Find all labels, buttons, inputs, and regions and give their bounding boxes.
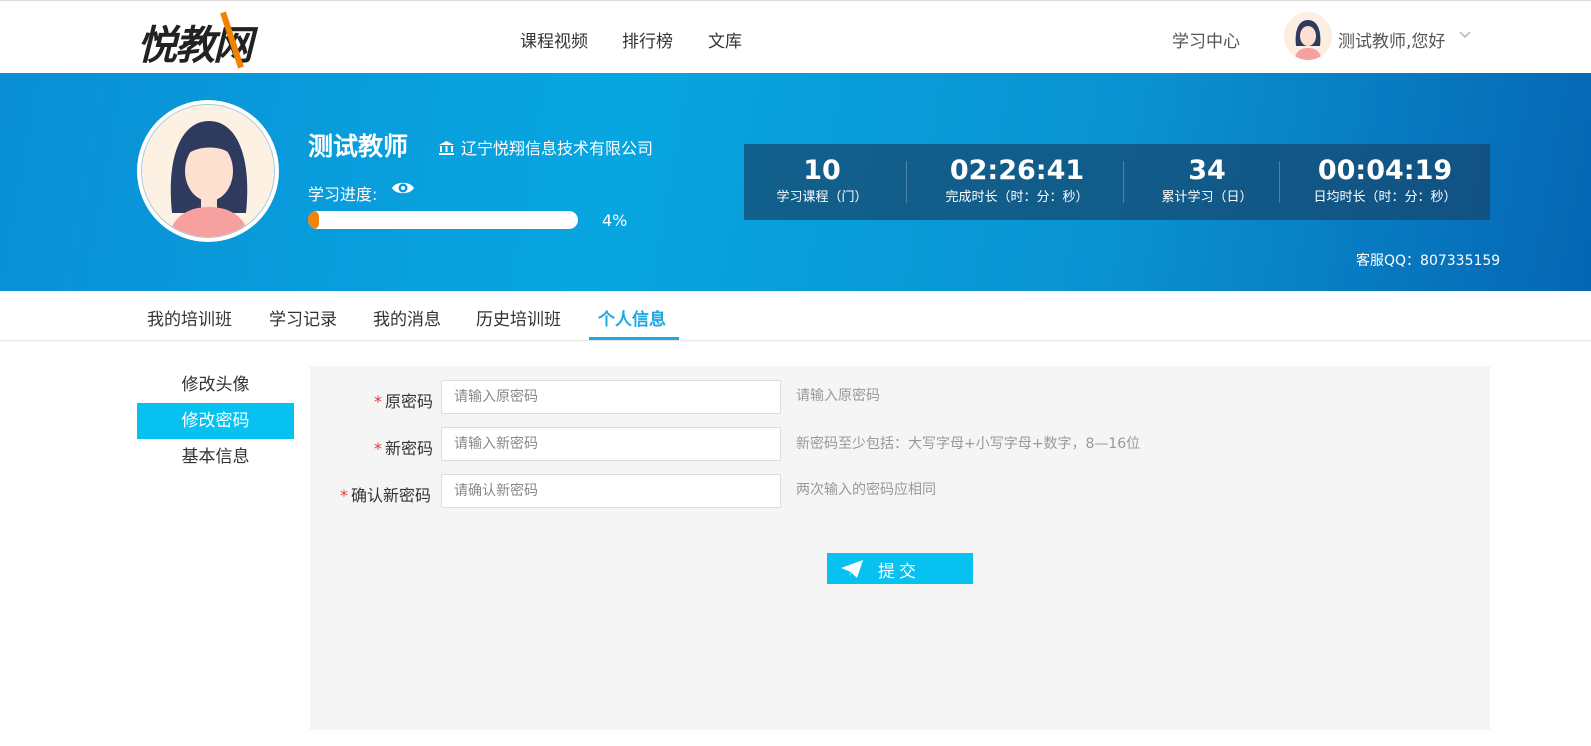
stat-value: 02:26:41 xyxy=(949,155,1085,186)
organization: 辽宁悦翔信息技术有限公司 xyxy=(438,135,653,159)
stat-label: 完成时长（时：分：秒） xyxy=(945,190,1089,205)
stat-completed-time: 02:26:41 完成时长（时：分：秒） xyxy=(912,154,1122,208)
institution-icon xyxy=(439,141,454,155)
confirm-password-label-text: 确认新密码 xyxy=(351,486,432,505)
user-avatar[interactable] xyxy=(1284,12,1332,60)
user-greeting[interactable]: 测试教师,您好 xyxy=(1338,27,1445,52)
confirm-password-input[interactable] xyxy=(441,474,781,508)
stat-value: 00:04:19 xyxy=(1317,155,1453,186)
organization-name: 辽宁悦翔信息技术有限公司 xyxy=(461,139,654,158)
new-password-label: * 新密码 xyxy=(374,435,433,459)
submit-label: 提交 xyxy=(878,562,920,582)
required-mark: * xyxy=(374,392,382,411)
old-password-label: * 原密码 xyxy=(374,388,433,412)
progress-percent: 4% xyxy=(602,211,628,230)
stat-divider xyxy=(1279,161,1280,203)
nav-item-course-video[interactable]: 课程视频 xyxy=(520,27,588,52)
side-item-basic-info[interactable]: 基本信息 xyxy=(137,439,294,475)
stat-divider xyxy=(906,161,907,203)
new-password-input[interactable] xyxy=(441,427,781,461)
old-password-input[interactable] xyxy=(441,380,781,414)
teacher-name: 测试教师 xyxy=(308,132,409,161)
stat-courses: 10 学习课程（门） xyxy=(744,154,900,208)
old-password-hint: 请输入原密码 xyxy=(796,388,880,404)
password-form-panel xyxy=(310,366,1490,730)
paper-plane-icon xyxy=(841,560,863,578)
stat-label: 累计学习（日） xyxy=(1161,190,1253,205)
eye-icon[interactable] xyxy=(391,180,415,196)
stat-label: 日均时长（时：分：秒） xyxy=(1313,190,1457,205)
stat-label: 学习课程（门） xyxy=(776,190,868,205)
tab-my-messages[interactable]: 我的消息 xyxy=(373,305,441,330)
tab-bar: 我的培训班 学习记录 我的消息 历史培训班 个人信息 xyxy=(0,291,1591,341)
nav-item-ranking[interactable]: 排行榜 xyxy=(622,27,673,52)
new-password-label-text: 新密码 xyxy=(385,439,434,458)
side-item-change-avatar[interactable]: 修改头像 xyxy=(137,367,294,403)
profile-banner: 测试教师 辽宁悦翔信息技术有限公司 学习进度: 4% 10 学习课程（门） 02… xyxy=(0,73,1591,291)
tab-personal-info[interactable]: 个人信息 xyxy=(598,305,666,330)
stat-daily-average: 00:04:19 日均时长（时：分：秒） xyxy=(1285,154,1485,208)
active-tab-indicator xyxy=(589,337,679,340)
site-logo[interactable]: 悦教网 xyxy=(137,9,277,69)
tab-history-classes[interactable]: 历史培训班 xyxy=(476,305,561,330)
chevron-down-icon[interactable] xyxy=(1459,29,1471,41)
stat-divider xyxy=(1123,161,1124,203)
stat-value: 34 xyxy=(1188,155,1226,186)
top-header: 悦教网 课程视频 排行榜 文库 学习中心 测试教师,您好 xyxy=(0,0,1591,73)
tab-study-records[interactable]: 学习记录 xyxy=(269,305,337,330)
progress-label: 学习进度: xyxy=(308,185,378,204)
teacher-avatar-icon xyxy=(142,105,274,237)
stat-value: 10 xyxy=(803,155,841,186)
user-avatar-icon xyxy=(1284,12,1332,60)
submit-button[interactable]: 提交 xyxy=(827,553,973,584)
required-mark: * xyxy=(374,439,382,458)
new-password-hint: 新密码至少包括：大写字母+小写字母+数字，8—16位 xyxy=(796,436,1141,452)
side-item-change-password[interactable]: 修改密码 xyxy=(137,403,294,439)
study-center-link[interactable]: 学习中心 xyxy=(1172,27,1240,52)
confirm-password-hint: 两次输入的密码应相同 xyxy=(796,482,936,498)
confirm-password-label: * 确认新密码 xyxy=(340,482,431,506)
stat-total-days: 34 累计学习（日） xyxy=(1129,154,1285,208)
support-qq: 客服QQ：807335159 xyxy=(1356,253,1501,269)
tab-my-classes[interactable]: 我的培训班 xyxy=(147,305,232,330)
required-mark: * xyxy=(340,486,348,505)
old-password-label-text: 原密码 xyxy=(385,392,434,411)
progress-bar-fill xyxy=(308,211,319,229)
stats-panel: 10 学习课程（门） 02:26:41 完成时长（时：分：秒） 34 累计学习（… xyxy=(744,144,1490,220)
progress-bar xyxy=(308,211,578,229)
nav-item-library[interactable]: 文库 xyxy=(708,27,742,52)
profile-avatar xyxy=(137,100,279,242)
